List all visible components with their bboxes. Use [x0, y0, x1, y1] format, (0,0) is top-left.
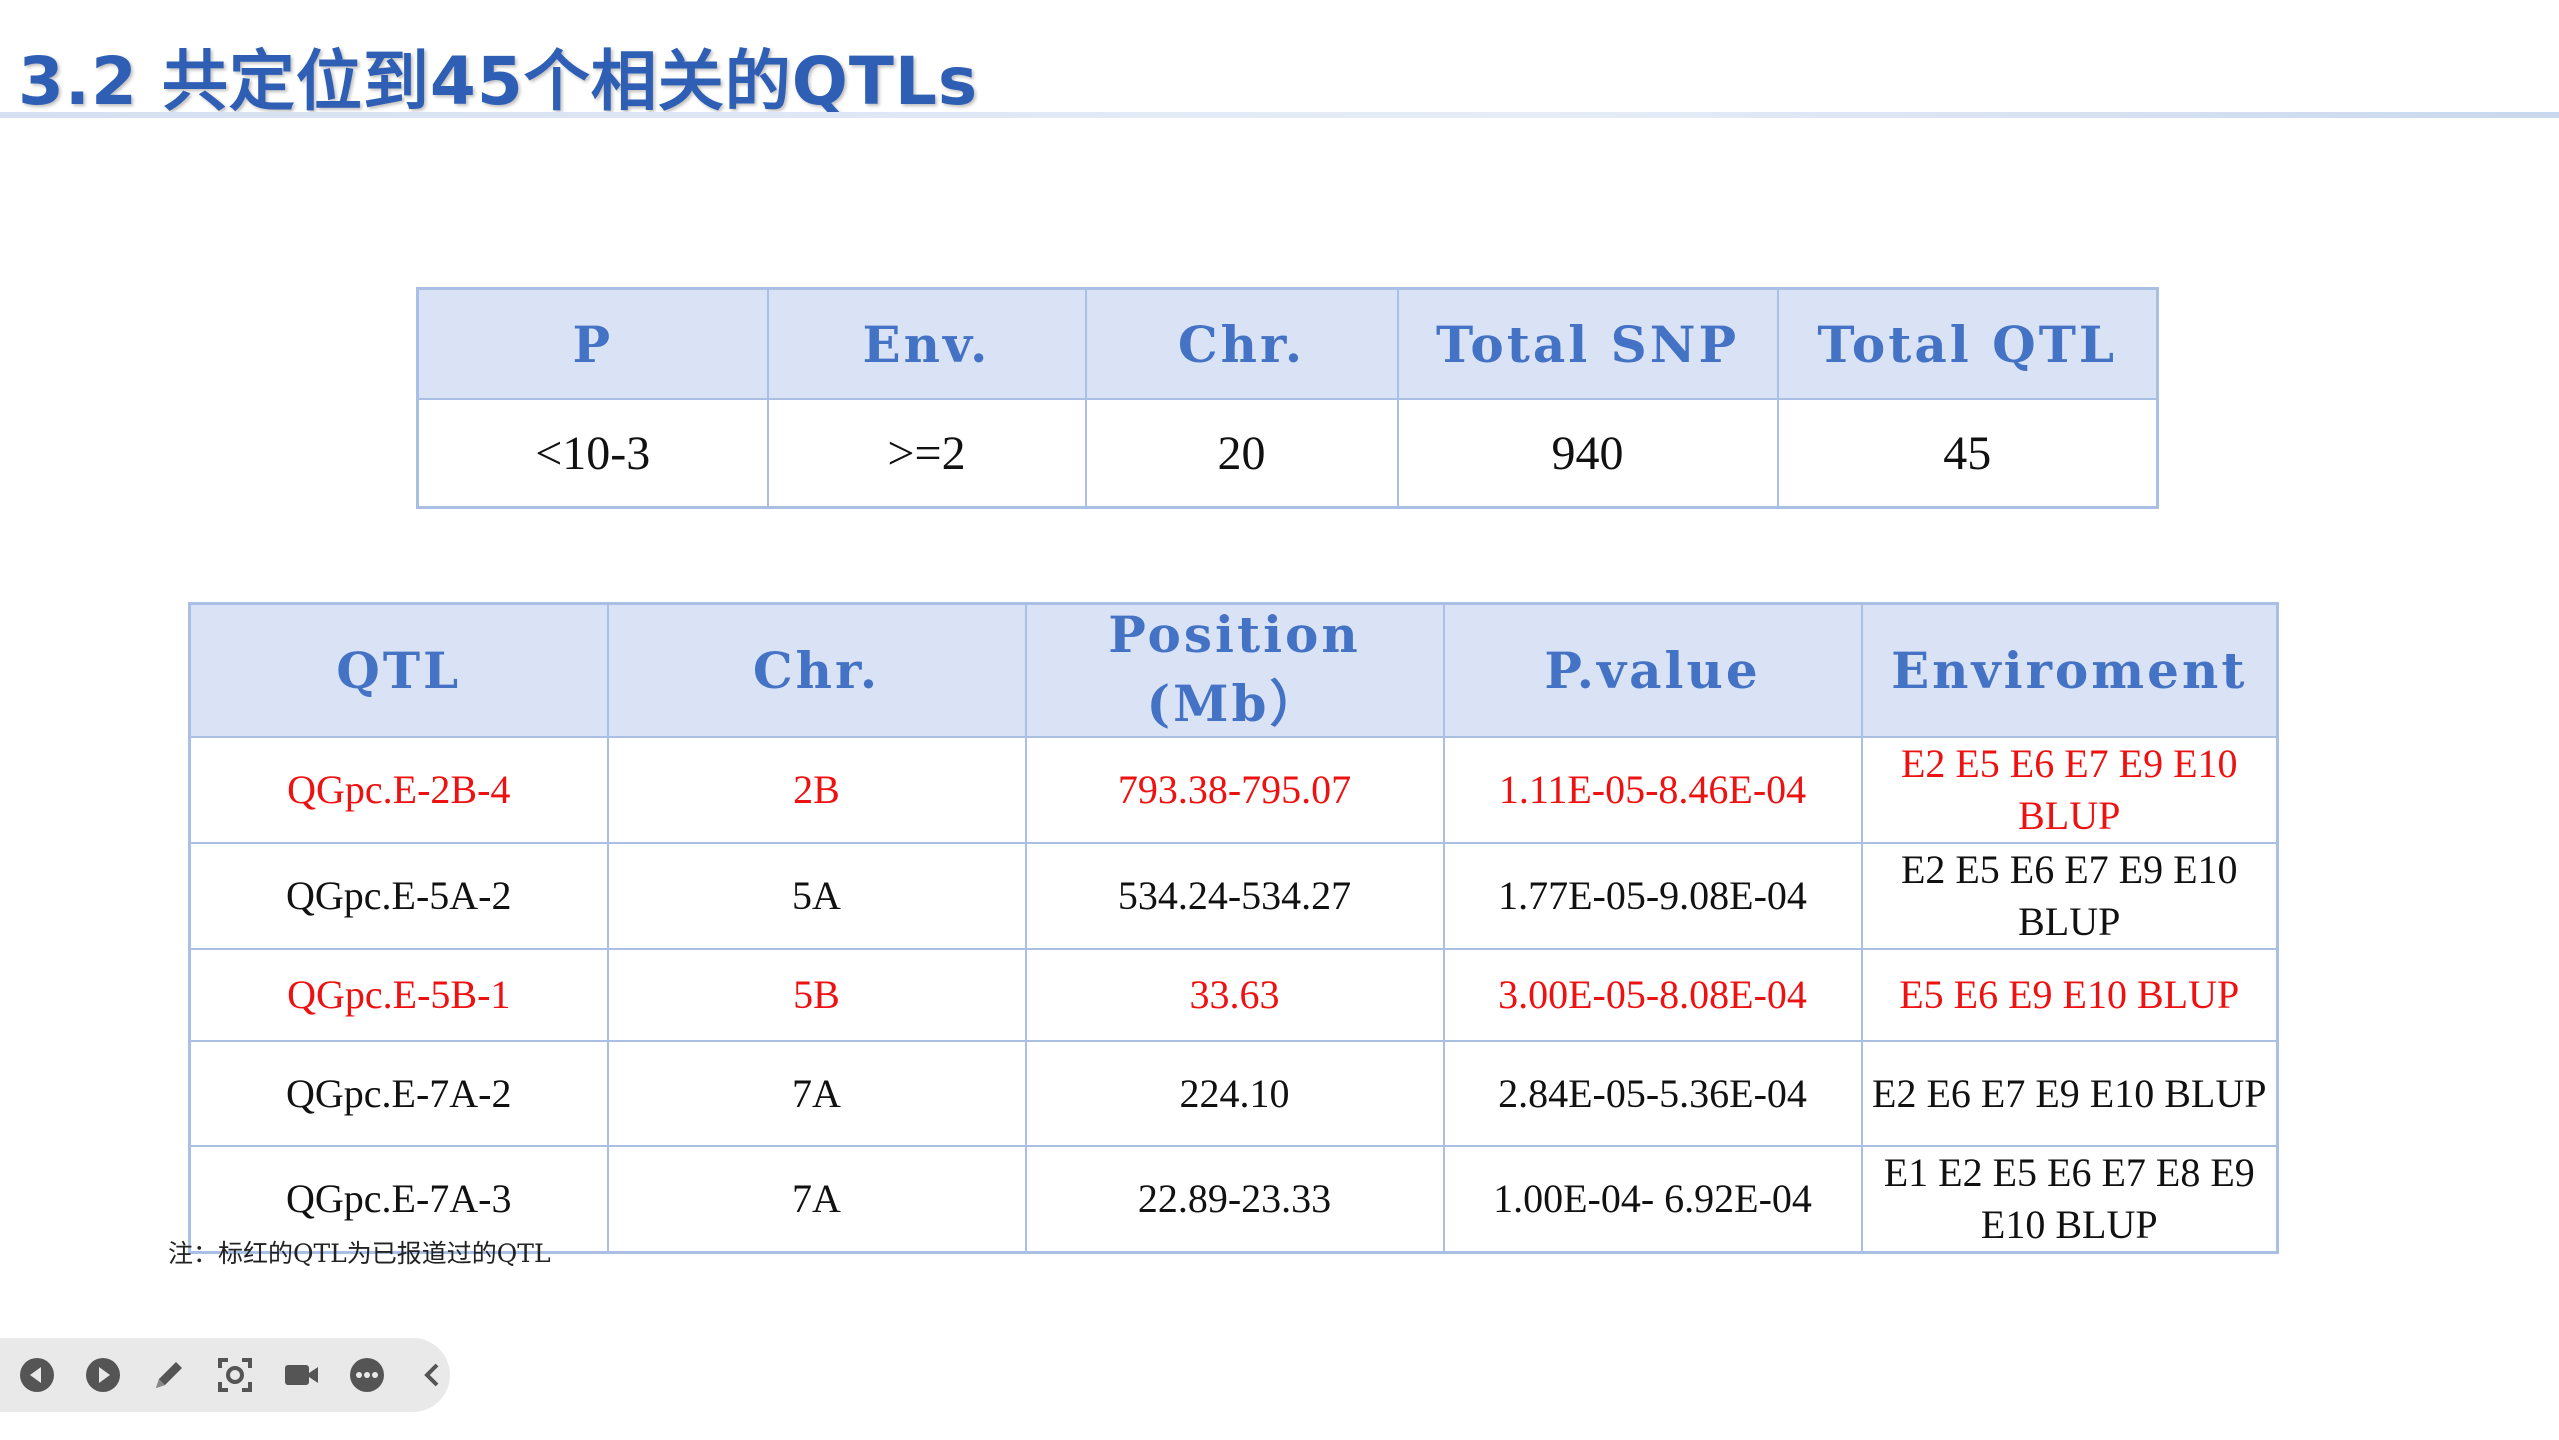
summary-value-env: >=2 — [766, 398, 1087, 509]
summary-header-p: P — [416, 287, 769, 400]
qtl-pvalue-cell: 3.00E-05-8.08E-04 — [1442, 948, 1863, 1042]
camera-icon — [285, 1365, 318, 1385]
qtl-chr-cell: 2B — [606, 736, 1027, 844]
slide-title: 3.2 共定位到45个相关的QTLs — [18, 43, 979, 120]
qtl-chr-cell: 5A — [606, 842, 1027, 950]
qtl-environment-cell: E2 E5 E6 E7 E9 E10 BLUP — [1860, 736, 2279, 844]
qtl-name-cell: QGpc.E-5A-2 — [188, 842, 609, 950]
camera-button[interactable] — [282, 1356, 320, 1394]
qtl-position-cell: 793.38-795.07 — [1024, 736, 1445, 844]
qtl-table: QTL Chr. Position (Mb） P.value Enviromen… — [188, 602, 2279, 1254]
footnote: 注：标红的QTL为已报道过的QTL — [168, 1239, 551, 1268]
presentation-toolbar — [0, 1338, 450, 1412]
qtl-position-cell: 224.10 — [1024, 1040, 1445, 1147]
qtl-position-cell: 22.89-23.33 — [1024, 1145, 1445, 1254]
summary-value-p: <10-3 — [416, 398, 769, 509]
next-slide-button[interactable] — [84, 1356, 122, 1394]
qtl-header-chr: Chr. — [606, 602, 1027, 738]
qtl-header-pvalue: P.value — [1442, 602, 1863, 738]
summary-table: P Env. Chr. Total SNP Total QTL <10-3 >=… — [416, 287, 2159, 509]
qtl-environment-cell: E5 E6 E9 E10 BLUP — [1860, 948, 2279, 1042]
qtl-environment-cell: E2 E5 E6 E7 E9 E10 BLUP — [1860, 842, 2279, 950]
table-row: QGpc.E-2B-4 2B 793.38-795.07 1.11E-05-8.… — [188, 736, 2279, 844]
qtl-header-qtl: QTL — [188, 602, 609, 738]
zoom-focus-button[interactable] — [216, 1356, 254, 1394]
qtl-header-position: Position (Mb） — [1024, 602, 1445, 738]
qtl-chr-cell: 7A — [606, 1145, 1027, 1254]
next-icon — [86, 1358, 120, 1392]
summary-header-total-snp: Total SNP — [1396, 287, 1779, 400]
table-row: QGpc.E-5A-2 5A 534.24-534.27 1.77E-05-9.… — [188, 842, 2279, 950]
collapse-icon — [424, 1363, 439, 1387]
pen-icon — [156, 1362, 182, 1388]
qtl-header-row: QTL Chr. Position (Mb） P.value Enviromen… — [188, 602, 2279, 738]
qtl-name-cell: QGpc.E-5B-1 — [188, 948, 609, 1042]
previous-slide-button[interactable] — [18, 1356, 56, 1394]
table-row: QGpc.E-5B-1 5B 33.63 3.00E-05-8.08E-04 E… — [188, 948, 2279, 1042]
qtl-pvalue-cell: 1.77E-05-9.08E-04 — [1442, 842, 1863, 950]
previous-icon — [20, 1358, 54, 1392]
qtl-position-cell: 33.63 — [1024, 948, 1445, 1042]
qtl-environment-cell: E1 E2 E5 E6 E7 E8 E9 E10 BLUP — [1860, 1145, 2279, 1254]
more-options-button[interactable] — [348, 1356, 386, 1394]
qtl-name-cell: QGpc.E-7A-2 — [188, 1040, 609, 1147]
table-row: QGpc.E-7A-2 7A 224.10 2.84E-05-5.36E-04 … — [188, 1040, 2279, 1147]
qtl-name-cell: QGpc.E-2B-4 — [188, 736, 609, 844]
qtl-header-environment: Enviroment — [1860, 602, 2279, 738]
zoom-focus-icon — [218, 1358, 252, 1392]
qtl-chr-cell: 7A — [606, 1040, 1027, 1147]
summary-value-total-snp: 940 — [1396, 398, 1779, 509]
more-icon — [350, 1358, 384, 1392]
summary-header-env: Env. — [766, 287, 1087, 400]
title-divider — [0, 112, 2559, 118]
qtl-chr-cell: 5B — [606, 948, 1027, 1042]
summary-value-row: <10-3 >=2 20 940 45 — [416, 398, 2159, 509]
summary-value-chr: 20 — [1084, 398, 1399, 509]
qtl-pvalue-cell: 2.84E-05-5.36E-04 — [1442, 1040, 1863, 1147]
qtl-environment-cell: E2 E6 E7 E9 E10 BLUP — [1860, 1040, 2279, 1147]
summary-value-total-qtl: 45 — [1776, 398, 2159, 509]
pen-tool-button[interactable] — [150, 1356, 188, 1394]
qtl-position-cell: 534.24-534.27 — [1024, 842, 1445, 950]
summary-header-chr: Chr. — [1084, 287, 1399, 400]
qtl-pvalue-cell: 1.00E-04- 6.92E-04 — [1442, 1145, 1863, 1254]
qtl-pvalue-cell: 1.11E-05-8.46E-04 — [1442, 736, 1863, 844]
summary-header-row: P Env. Chr. Total SNP Total QTL — [416, 287, 2159, 400]
summary-header-total-qtl: Total QTL — [1776, 287, 2159, 400]
collapse-toolbar-button[interactable] — [414, 1356, 452, 1394]
